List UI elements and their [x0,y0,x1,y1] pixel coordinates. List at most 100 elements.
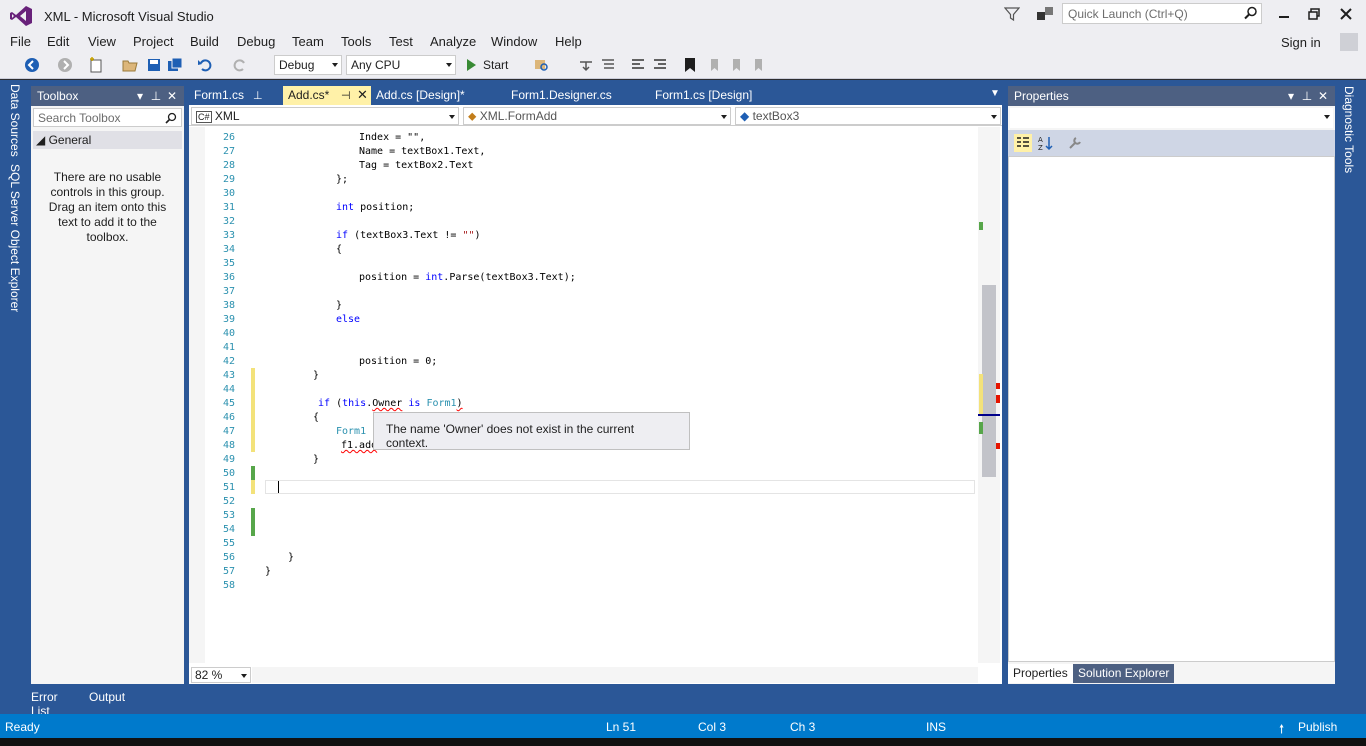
quick-launch-input[interactable]: Quick Launch (Ctrl+Q) [1062,3,1262,24]
property-grid[interactable] [1008,156,1335,662]
close-icon[interactable] [1338,6,1354,22]
previous-bookmark-icon[interactable] [706,57,722,73]
pin-icon[interactable]: ⊥ [1300,89,1314,103]
menu-help[interactable]: Help [555,34,582,49]
error-marker [996,395,1000,403]
menu-debug[interactable]: Debug [237,34,275,49]
step-into-icon[interactable] [578,57,594,73]
feedback-icon[interactable] [1036,6,1054,22]
toolbox-group-general[interactable]: ◢ General [33,131,182,149]
menu-project[interactable]: Project [133,34,173,49]
close-icon[interactable]: ✕ [1316,89,1330,103]
close-icon[interactable]: ✕ [357,87,368,103]
menu-test[interactable]: Test [389,34,413,49]
tab-form1-cs[interactable]: Form1.cs ⊥ [189,86,279,105]
tab-form1-designer-cs[interactable]: Form1.Designer.cs [506,86,646,105]
start-button[interactable]: Start [483,58,508,72]
change-marker [979,222,983,230]
class-icon: ⬥ [468,109,477,123]
line-number: 56 [222,552,235,563]
tab-solution-explorer[interactable]: Solution Explorer [1073,664,1175,683]
properties-object-select[interactable] [1010,108,1333,128]
uncomment-lines-icon[interactable] [652,57,668,73]
search-icon [165,112,177,124]
comment-lines-icon[interactable] [630,57,646,73]
menu-tools[interactable]: Tools [341,34,371,49]
find-in-files-icon[interactable] [533,57,549,73]
sql-server-object-explorer-tab[interactable]: SQL Server Object Explorer [8,164,22,312]
save-all-icon[interactable] [167,57,183,73]
code-text-area[interactable]: 26 27 28 29 30 31 32 33 34 35 36 37 38 3… [189,127,1002,663]
pin-icon[interactable]: ⊥ [149,89,163,103]
code-line: Tag = textBox2.Text [359,160,474,171]
output-tab[interactable]: Output [89,690,125,704]
save-icon[interactable] [146,57,162,73]
minimize-icon[interactable] [1276,6,1292,22]
new-project-icon[interactable] [88,57,104,73]
type-select[interactable]: ⬥ XML.FormAdd [463,107,731,125]
menu-view[interactable]: View [88,34,116,49]
tab-add-cs-design[interactable]: Add.cs [Design]* [371,86,507,105]
line-number: 40 [222,328,235,339]
restore-icon[interactable] [1306,6,1322,22]
editor-horizontal-scrollbar[interactable] [252,667,978,683]
menu-file[interactable]: File [10,34,31,49]
chevron-down-icon [1324,115,1330,119]
saved-change-indicator [251,508,255,536]
document-tab-strip: Form1.cs ⊥ Add.cs* ⊣ ✕ Add.cs [Design]* … [189,86,1002,105]
start-play-icon[interactable] [463,57,479,73]
menu-edit[interactable]: Edit [47,34,69,49]
project-select[interactable]: C# XML [191,107,459,125]
menu-team[interactable]: Team [292,34,324,49]
member-select[interactable]: ◆ textBox3 [735,107,1001,125]
error-tooltip: The name 'Owner' does not exist in the c… [373,412,690,450]
open-file-icon[interactable] [122,57,138,73]
bookmark-icon[interactable] [682,57,698,73]
zoom-level-select[interactable]: 82 % [191,667,251,683]
chevron-down-icon [449,115,455,119]
menu-window[interactable]: Window [491,34,537,49]
undo-icon[interactable] [197,57,213,73]
type-value: XML.FormAdd [479,109,558,123]
tab-form1-cs-design[interactable]: Form1.cs [Design] [650,86,790,105]
navigate-back-icon[interactable] [24,57,40,73]
diagnostic-tools-tab[interactable]: Diagnostic Tools [1342,86,1356,173]
tab-add-cs[interactable]: Add.cs* ⊣ ✕ [283,86,371,105]
status-column: Col 3 [698,720,727,734]
pin-icon[interactable]: ⊣ [341,89,351,102]
line-number: 36 [222,272,235,283]
window-position-icon[interactable]: ▾ [133,89,147,103]
alphabetical-icon[interactable]: A Z [1037,134,1055,152]
code-editor-window: Form1.cs ⊥ Add.cs* ⊣ ✕ Add.cs [Design]* … [189,86,1002,684]
property-pages-icon[interactable] [1066,134,1084,152]
close-icon[interactable]: ✕ [165,89,179,103]
window-position-icon[interactable]: ▾ [1284,89,1298,103]
tab-overflow-icon[interactable]: ▼ [990,88,1000,99]
toolbox-search-input[interactable]: Search Toolbox [33,108,182,127]
line-number: 44 [222,384,235,395]
editor-vertical-scrollbar[interactable] [978,127,1000,663]
data-sources-tab[interactable]: Data Sources [8,84,22,157]
tab-properties[interactable]: Properties [1008,664,1073,683]
redo-icon[interactable] [232,57,248,73]
step-over-icon[interactable] [600,57,616,73]
toolbox-group-label: General [48,133,92,147]
solution-platform-select[interactable]: Any CPU [346,55,456,75]
scrollbar-thumb[interactable] [982,285,996,477]
next-bookmark-icon[interactable] [728,57,744,73]
line-number: 48 [222,440,235,451]
menu-build[interactable]: Build [190,34,219,49]
navigate-forward-icon[interactable] [57,57,73,73]
menu-analyze[interactable]: Analyze [430,34,476,49]
notification-filter-icon[interactable] [1004,6,1020,22]
solution-configuration-select[interactable]: Debug [274,55,342,75]
pin-icon[interactable]: ⊥ [253,89,263,102]
account-icon[interactable] [1340,33,1358,51]
code-line: } [336,300,343,311]
clear-bookmarks-icon[interactable] [750,57,766,73]
sign-in-link[interactable]: Sign in [1281,35,1321,50]
error-marker [996,443,1000,449]
publish-button[interactable]: Publish [1298,720,1337,734]
categorized-icon[interactable] [1014,134,1032,152]
line-number: 54 [222,524,235,535]
